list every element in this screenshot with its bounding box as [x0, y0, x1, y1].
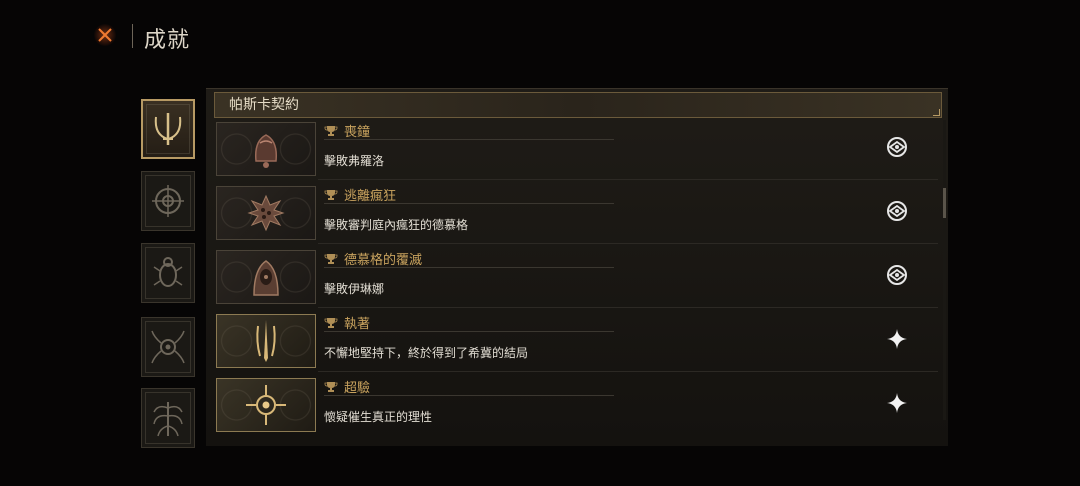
category-tab-3[interactable] [141, 243, 195, 303]
row-divider [318, 307, 938, 308]
scroll-thumb[interactable] [943, 188, 946, 218]
achievement-title-line: 喪鐘 [324, 122, 614, 140]
achievement-thumbnail [216, 122, 316, 176]
bell-creature-icon [254, 134, 278, 168]
achievement-status [884, 198, 910, 224]
scarab-emblem-icon [153, 257, 183, 287]
trophy-icon [324, 189, 338, 200]
achievement-thumbnail [216, 186, 316, 240]
achievement-row[interactable]: 德慕格的覆滅 擊敗伊琳娜 [216, 250, 940, 308]
rune-emblem-icon [887, 265, 907, 285]
header-divider [132, 24, 133, 48]
achievement-status [884, 390, 910, 416]
sparkle-star-icon [887, 329, 907, 349]
category-tab-4[interactable] [141, 317, 195, 377]
trophy-icon [324, 125, 338, 136]
achievement-row[interactable]: 執著 不懈地堅持下，終於得到了希冀的結局 [216, 314, 940, 372]
achievement-title-line: 逃離瘋狂 [324, 186, 614, 204]
category-tab-2[interactable] [141, 171, 195, 231]
achievement-title-line: 超驗 [324, 378, 614, 396]
achievement-row[interactable]: 逃離瘋狂 擊敗審判庭內瘋狂的德慕格 [216, 186, 940, 244]
achievement-title-line: 執著 [324, 314, 614, 332]
row-divider [318, 243, 938, 244]
radiant-eye-icon [246, 385, 286, 425]
achievement-status [884, 262, 910, 288]
achievement-description: 擊敗審判庭內瘋狂的德慕格 [324, 218, 469, 232]
category-tab-pascal-covenant[interactable] [141, 99, 195, 159]
achievement-title: 德慕格的覆滅 [344, 253, 423, 268]
category-tab-5[interactable] [141, 388, 195, 448]
hooded-figure-icon [253, 260, 279, 296]
section-header: 帕斯卡契約 [214, 92, 942, 118]
page-title: 成就 [144, 28, 191, 53]
achievement-row[interactable]: 超驗 懷疑催生真正的理性 [216, 378, 940, 436]
achievement-thumbnail [216, 378, 316, 432]
trophy-icon [324, 381, 338, 392]
achievement-title: 逃離瘋狂 [344, 189, 397, 204]
achievement-description: 不懈地堅持下，終於得到了希冀的結局 [324, 346, 529, 360]
achievement-description: 擊敗伊琳娜 [324, 282, 385, 296]
achievement-row[interactable]: 喪鐘 擊敗弗羅洛 [216, 122, 940, 180]
achievement-title: 喪鐘 [344, 125, 371, 140]
row-divider [318, 371, 938, 372]
rune-emblem-icon [887, 137, 907, 157]
trophy-icon [324, 253, 338, 264]
achievement-status [884, 134, 910, 160]
rune-emblem-icon [887, 201, 907, 221]
achievement-description: 懷疑催生真正的理性 [324, 410, 433, 424]
achievement-thumbnail [216, 314, 316, 368]
row-divider [318, 179, 938, 180]
achievement-title-line: 德慕格的覆滅 [324, 250, 614, 268]
spider-eye-emblem-icon [151, 330, 185, 364]
trophy-icon [324, 317, 338, 328]
claw-blade-icon [256, 320, 276, 362]
scrollbar[interactable] [943, 120, 946, 420]
close-button[interactable] [92, 22, 118, 48]
achievement-description: 擊敗弗羅洛 [324, 154, 385, 168]
close-x-icon [98, 28, 112, 42]
achievement-title: 執著 [344, 317, 371, 332]
sparkle-star-icon [887, 393, 907, 413]
tree-squid-emblem-icon [153, 402, 183, 437]
achievement-title: 超驗 [344, 381, 371, 396]
compass-wheel-emblem-icon [152, 185, 184, 217]
spiked-orb-icon [247, 194, 285, 232]
achievement-status [884, 326, 910, 352]
crescent-sword-emblem-icon [154, 113, 182, 145]
achievement-thumbnail [216, 250, 316, 304]
